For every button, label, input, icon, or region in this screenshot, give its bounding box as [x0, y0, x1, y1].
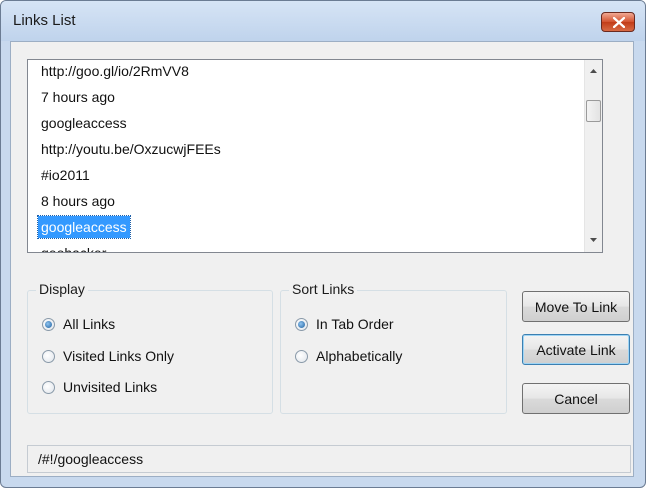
list-item[interactable]: googleaccess — [38, 112, 130, 134]
display-group: Display All Links Visited Links Only Unv… — [27, 281, 273, 414]
vertical-scrollbar[interactable] — [584, 60, 602, 252]
radio-unvisited-links[interactable]: Unvisited Links — [42, 378, 157, 396]
list-item[interactable]: http://goo.gl/io/2RmVV8 — [38, 60, 192, 82]
radio-visited-links-only[interactable]: Visited Links Only — [42, 347, 174, 365]
list-item[interactable]: 8 hours ago — [38, 190, 118, 212]
radio-label: Visited Links Only — [63, 348, 175, 364]
close-button[interactable] — [601, 12, 635, 32]
display-group-label: Display — [36, 281, 88, 297]
sort-group-label: Sort Links — [289, 281, 358, 297]
cancel-button[interactable]: Cancel — [522, 383, 630, 414]
list-item[interactable]: 7 hours ago — [38, 86, 118, 108]
close-icon — [613, 17, 625, 28]
arrow-down-icon — [590, 238, 597, 242]
activate-link-button[interactable]: Activate Link — [522, 334, 630, 365]
radio-label: Alphabetically — [316, 348, 403, 364]
list-item-selected[interactable]: googleaccess — [37, 215, 131, 239]
selected-link-address: /#!/googleaccess — [27, 445, 631, 473]
dialog-client-area: http://goo.gl/io/2RmVV8 7 hours ago goog… — [10, 41, 634, 477]
radio-in-tab-order[interactable]: In Tab Order — [295, 315, 394, 333]
list-item[interactable]: #io2011 — [38, 164, 93, 186]
radio-button[interactable] — [42, 380, 55, 394]
links-list-items: http://goo.gl/io/2RmVV8 7 hours ago goog… — [28, 60, 585, 252]
radio-label: In Tab Order — [316, 316, 394, 332]
radio-all-links[interactable]: All Links — [42, 315, 115, 333]
radio-label: Unvisited Links — [63, 379, 158, 395]
arrow-up-icon — [590, 69, 597, 73]
links-listbox[interactable]: http://goo.gl/io/2RmVV8 7 hours ago goog… — [27, 59, 603, 253]
move-to-link-button[interactable]: Move To Link — [522, 291, 630, 322]
scroll-thumb[interactable] — [586, 100, 601, 122]
list-item[interactable]: geohacker — [38, 242, 109, 252]
scroll-down-button[interactable] — [585, 232, 602, 249]
sort-links-group: Sort Links In Tab Order Alphabetically — [280, 281, 507, 414]
radio-button[interactable] — [295, 349, 308, 363]
radio-button-checked[interactable] — [295, 317, 308, 331]
scroll-up-button[interactable] — [585, 63, 602, 80]
radio-label: All Links — [63, 316, 116, 332]
radio-button[interactable] — [42, 349, 55, 363]
title-bar[interactable]: Links List — [1, 1, 645, 41]
list-item[interactable]: http://youtu.be/OxzucwjFEEs — [38, 138, 224, 160]
window-title: Links List — [13, 12, 76, 29]
links-list-dialog: Links List http://goo.gl/io/2RmVV8 7 hou… — [0, 0, 646, 488]
radio-button-checked[interactable] — [42, 317, 55, 331]
radio-alphabetically[interactable]: Alphabetically — [295, 347, 402, 365]
